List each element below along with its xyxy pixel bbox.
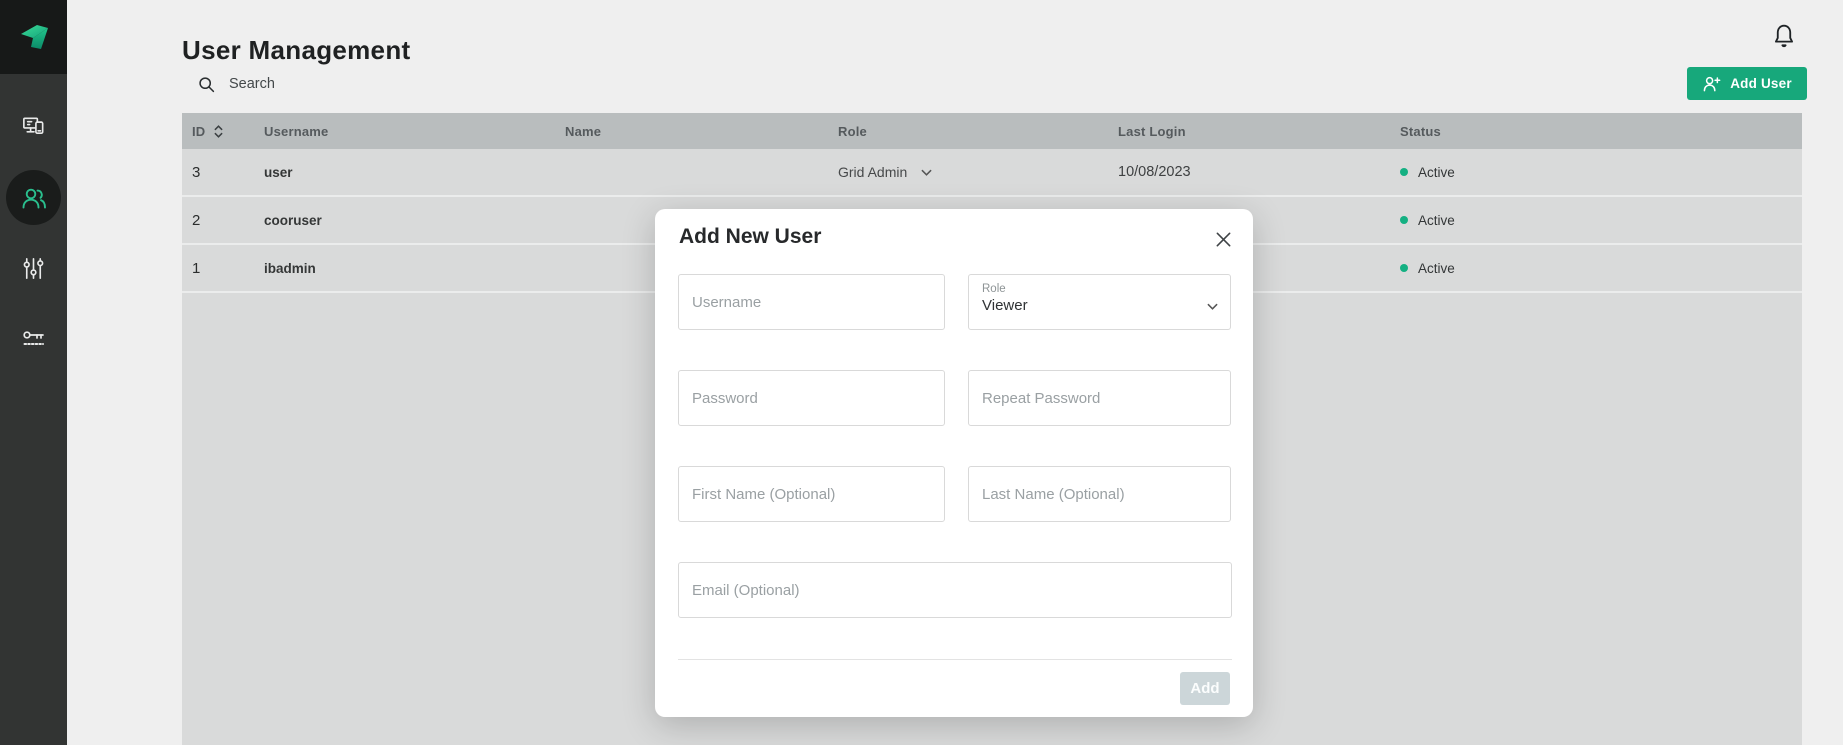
col-header-last-login: Last Login — [1118, 124, 1400, 139]
close-icon — [1215, 231, 1232, 248]
cell-username: cooruser — [264, 213, 565, 228]
search-input[interactable] — [227, 75, 718, 93]
role-dropdown[interactable]: Grid Admin — [838, 164, 932, 180]
role-value: Grid Admin — [838, 164, 907, 180]
password-field[interactable] — [678, 370, 945, 426]
repeat-password-field[interactable] — [968, 370, 1231, 426]
cell-username: ibadmin — [264, 261, 565, 276]
col-header-status: Status — [1400, 124, 1802, 139]
cell-last-login: 10/08/2023 — [1118, 164, 1400, 180]
add-user-label: Add User — [1730, 76, 1792, 91]
last-name-field[interactable] — [968, 466, 1231, 522]
email-field[interactable] — [678, 562, 1232, 618]
modal-title: Add New User — [679, 225, 821, 249]
username-field[interactable] — [678, 274, 945, 330]
sidebar-item-devices[interactable] — [6, 98, 61, 153]
col-header-role: Role — [838, 124, 1118, 139]
first-name-field[interactable] — [678, 466, 945, 522]
devices-icon — [20, 112, 47, 139]
modal-close-button[interactable] — [1213, 229, 1233, 249]
sidebar-item-users[interactable] — [6, 170, 61, 225]
sliders-icon — [20, 255, 47, 282]
search-bar — [198, 69, 718, 99]
status-dot — [1400, 264, 1408, 272]
cell-id: 1 — [182, 260, 264, 277]
chevron-down-icon — [1207, 297, 1218, 315]
status-badge: Active — [1400, 213, 1802, 228]
role-select[interactable]: Role Viewer — [968, 274, 1231, 330]
page-title: User Management — [182, 35, 410, 66]
status-dot — [1400, 168, 1408, 176]
modal-footer-divider — [678, 659, 1232, 660]
cell-username: user — [264, 165, 565, 180]
logo-icon — [14, 17, 54, 57]
key-icon — [20, 325, 48, 353]
search-icon — [198, 76, 215, 93]
col-header-name: Name — [565, 124, 838, 139]
col-header-id: ID — [182, 124, 264, 139]
cell-id: 2 — [182, 212, 264, 229]
status-badge: Active — [1400, 165, 1802, 180]
table-row: 3 user Grid Admin 10/08/2023 Active — [182, 149, 1802, 197]
sort-id-control[interactable] — [214, 125, 223, 138]
sidebar-item-settings[interactable] — [6, 241, 61, 296]
role-select-value: Viewer — [982, 297, 1217, 314]
table-header-row: ID Username Name Role Last Login Status — [182, 113, 1802, 149]
notifications-button[interactable] — [1768, 20, 1800, 54]
users-icon — [19, 183, 49, 213]
sidebar-item-access-keys[interactable] — [6, 311, 61, 366]
role-select-label: Role — [982, 283, 1217, 295]
status-dot — [1400, 216, 1408, 224]
bell-icon — [1770, 22, 1798, 52]
status-badge: Active — [1400, 261, 1802, 276]
sidebar — [0, 0, 67, 745]
chevron-down-icon — [921, 169, 932, 176]
person-plus-icon — [1702, 75, 1721, 92]
cell-id: 3 — [182, 164, 264, 181]
modal-add-button[interactable]: Add — [1180, 672, 1230, 705]
add-user-button[interactable]: Add User — [1687, 67, 1807, 100]
app-logo[interactable] — [0, 0, 67, 74]
add-new-user-modal: Add New User Role Viewer Add — [655, 209, 1253, 717]
col-header-username: Username — [264, 124, 565, 139]
